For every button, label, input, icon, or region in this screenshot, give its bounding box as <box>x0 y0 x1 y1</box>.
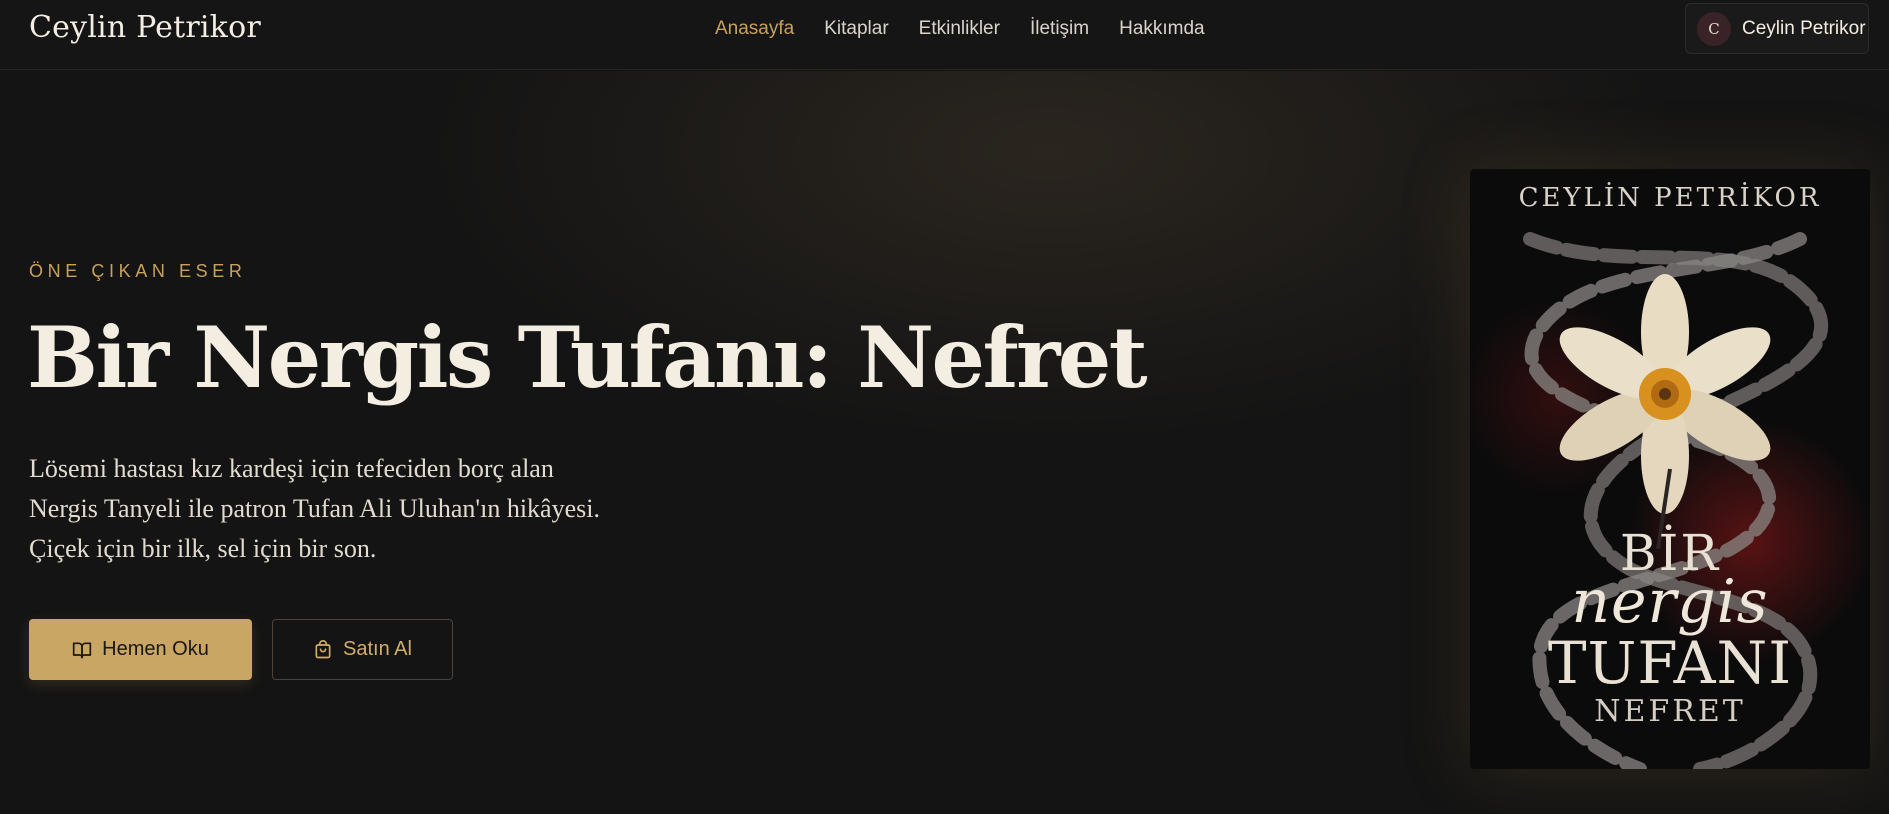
read-now-button[interactable]: Hemen Oku <box>29 619 252 680</box>
cover-title-script: nergis <box>1571 567 1769 637</box>
nav-link-anasayfa[interactable]: Anasayfa <box>715 18 794 40</box>
avatar: C <box>1697 11 1731 46</box>
nav-link-kitaplar[interactable]: Kitaplar <box>824 18 888 40</box>
nav-link-iletisim[interactable]: İletişim <box>1030 18 1089 40</box>
nav-link-hakkimda[interactable]: Hakkımda <box>1119 18 1205 40</box>
cover-title-line: TUFANI <box>1547 629 1793 697</box>
brand-logo-text[interactable]: Ceylin Petrikor <box>29 10 261 45</box>
buy-label: Satın Al <box>343 638 412 660</box>
buy-button[interactable]: Satın Al <box>272 619 453 680</box>
book-open-icon <box>72 642 92 658</box>
featured-label: ÖNE ÇIKAN ESER <box>29 261 247 281</box>
main-nav: Anasayfa Kitaplar Etkinlikler İletişim H… <box>715 18 1205 40</box>
cover-subtitle: NEFRET <box>1594 694 1746 729</box>
book-title: Bir Nergis Tufanı: Nefret <box>27 308 1148 407</box>
shopping-bag-icon <box>315 639 331 658</box>
description-line: Lösemi hastası kız kardeşi için tefecide… <box>29 454 554 483</box>
hero-section: ÖNE ÇIKAN ESER Bir Nergis Tufanı: Nefret… <box>0 71 1889 814</box>
read-now-label: Hemen Oku <box>102 638 209 660</box>
top-navigation-bar: Ceylin Petrikor Anasayfa Kitaplar Etkinl… <box>0 0 1889 70</box>
nav-link-etkinlikler[interactable]: Etkinlikler <box>919 18 1000 40</box>
user-menu-button[interactable]: C Ceylin Petrikor <box>1685 3 1869 54</box>
user-name: Ceylin Petrikor <box>1742 17 1866 39</box>
book-cover[interactable]: CEYLİN PETRİKOR BİR nergis TUFANI NEFRET <box>1470 169 1870 769</box>
book-description: Lösemi hastası kız kardeşi için tefecide… <box>29 449 709 569</box>
description-line: Nergis Tanyeli ile patron Tufan Ali Uluh… <box>29 494 600 523</box>
cover-author: CEYLİN PETRİKOR <box>1518 183 1822 213</box>
description-line: Çiçek için bir ilk, sel için bir son. <box>29 534 377 563</box>
